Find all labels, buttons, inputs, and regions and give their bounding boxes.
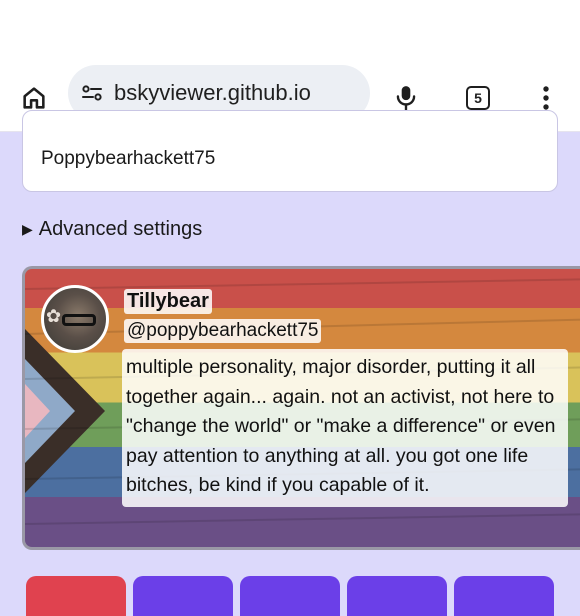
site-settings-icon <box>82 85 102 101</box>
tab-count: 5 <box>466 86 490 110</box>
disclosure-triangle-icon: ▶ <box>22 221 33 237</box>
profile-card: ✿ Tillybear @poppybearhackett75 multiple… <box>22 266 580 550</box>
home-icon <box>23 87 45 109</box>
advanced-settings-toggle[interactable]: ▶ Advanced settings <box>22 218 202 241</box>
action-button-1[interactable] <box>26 576 126 616</box>
action-button-3[interactable] <box>240 576 340 616</box>
action-button-2[interactable] <box>133 576 233 616</box>
flower-icon: ✿ <box>46 306 62 326</box>
status-bar-area <box>0 0 580 64</box>
url-text: bskyviewer.github.io <box>114 80 311 105</box>
action-button-4[interactable] <box>347 576 447 616</box>
profile-handle: @poppybearhackett75 <box>124 319 322 343</box>
microphone-icon <box>396 86 416 112</box>
handle-input-card[interactable]: Poppybearhackett75 <box>22 110 558 192</box>
advanced-settings-label: Advanced settings <box>38 218 203 240</box>
more-vertical-icon <box>543 86 549 110</box>
handle-input-value[interactable]: Poppybearhackett75 <box>41 148 215 170</box>
profile-display-name: Tillybear <box>124 289 212 314</box>
profile-bio: multiple personality, major disorder, pu… <box>122 349 568 507</box>
avatar: ✿ <box>41 285 109 353</box>
action-button-5[interactable] <box>454 576 554 616</box>
avatar-glasses <box>62 314 96 326</box>
